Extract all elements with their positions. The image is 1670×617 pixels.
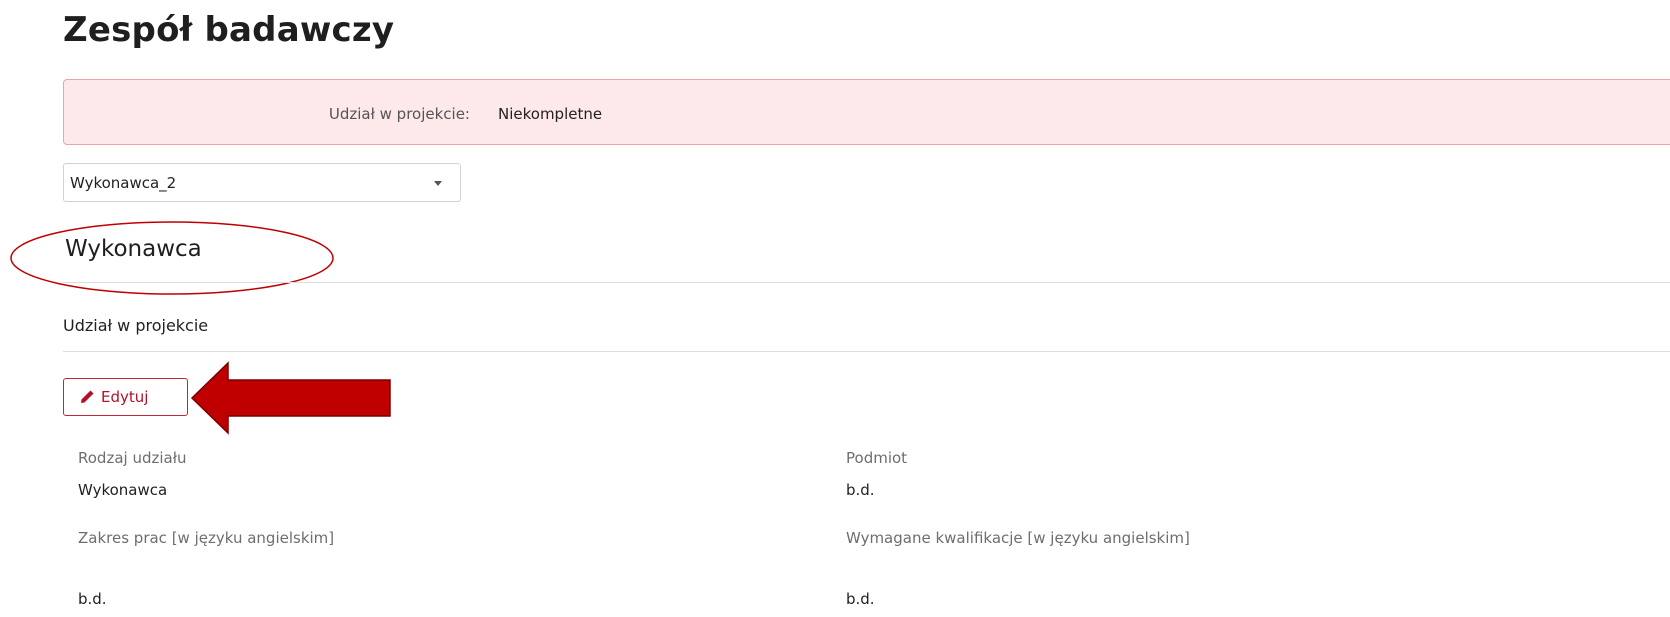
participation-type-label: Rodzaj udziału <box>78 449 187 467</box>
participation-type-value: Wykonawca <box>78 481 168 499</box>
work-scope-value: b.d. <box>78 590 107 608</box>
entity-label: Podmiot <box>846 449 908 467</box>
status-label: Udział w projekcie: <box>328 105 470 123</box>
divider <box>63 351 1670 352</box>
section-title: Wykonawca <box>65 236 202 262</box>
qualifications-label: Wymagane kwalifikacje [w języku angielsk… <box>846 529 1190 547</box>
pencil-icon <box>81 390 94 403</box>
subsection-title: Udział w projekcie <box>63 316 209 335</box>
entity-value: b.d. <box>846 481 875 499</box>
status-banner: Udział w projekcie: Niekompletne <box>63 79 1670 145</box>
edit-button[interactable]: Edytuj <box>63 378 188 416</box>
work-scope-label: Zakres prac [w języku angielskim] <box>78 529 335 547</box>
divider <box>63 282 1670 283</box>
page-title: Zespół badawczy <box>63 10 395 50</box>
contractor-select[interactable]: Wykonawca_2 <box>63 163 461 202</box>
edit-button-label: Edytuj <box>101 388 149 406</box>
caret-down-icon <box>434 181 442 186</box>
contractor-select-value: Wykonawca_2 <box>70 174 177 192</box>
arrow-annotation <box>190 361 391 435</box>
status-value: Niekompletne <box>498 105 603 123</box>
qualifications-value: b.d. <box>846 590 875 608</box>
